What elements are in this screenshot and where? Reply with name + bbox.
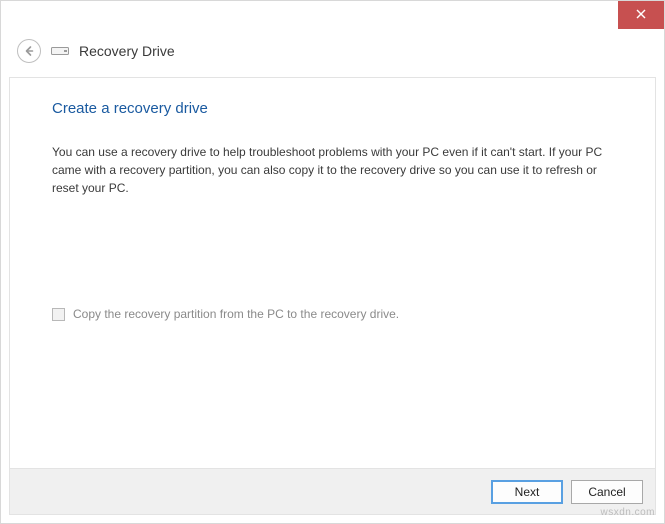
titlebar: [1, 1, 664, 29]
page-heading: Create a recovery drive: [52, 100, 613, 117]
back-button[interactable]: [17, 39, 41, 63]
content-pane: Create a recovery drive You can use a re…: [9, 77, 656, 515]
watermark: wsxdn.com: [600, 507, 655, 518]
wizard-header: Recovery Drive: [1, 29, 664, 77]
copy-partition-checkbox: [52, 308, 65, 321]
next-button[interactable]: Next: [491, 480, 563, 504]
copy-partition-option: Copy the recovery partition from the PC …: [52, 307, 613, 321]
cancel-button[interactable]: Cancel: [571, 480, 643, 504]
window-title: Recovery Drive: [79, 43, 175, 59]
copy-partition-label: Copy the recovery partition from the PC …: [73, 307, 399, 321]
close-icon: [636, 9, 646, 22]
page-description: You can use a recovery drive to help tro…: [52, 143, 612, 197]
wizard-window: Recovery Drive Create a recovery drive Y…: [0, 0, 665, 524]
close-button[interactable]: [618, 1, 664, 29]
drive-icon: [51, 45, 69, 57]
content-body: Create a recovery drive You can use a re…: [10, 78, 655, 468]
arrow-left-icon: [22, 44, 36, 58]
wizard-footer: Next Cancel: [10, 468, 655, 514]
